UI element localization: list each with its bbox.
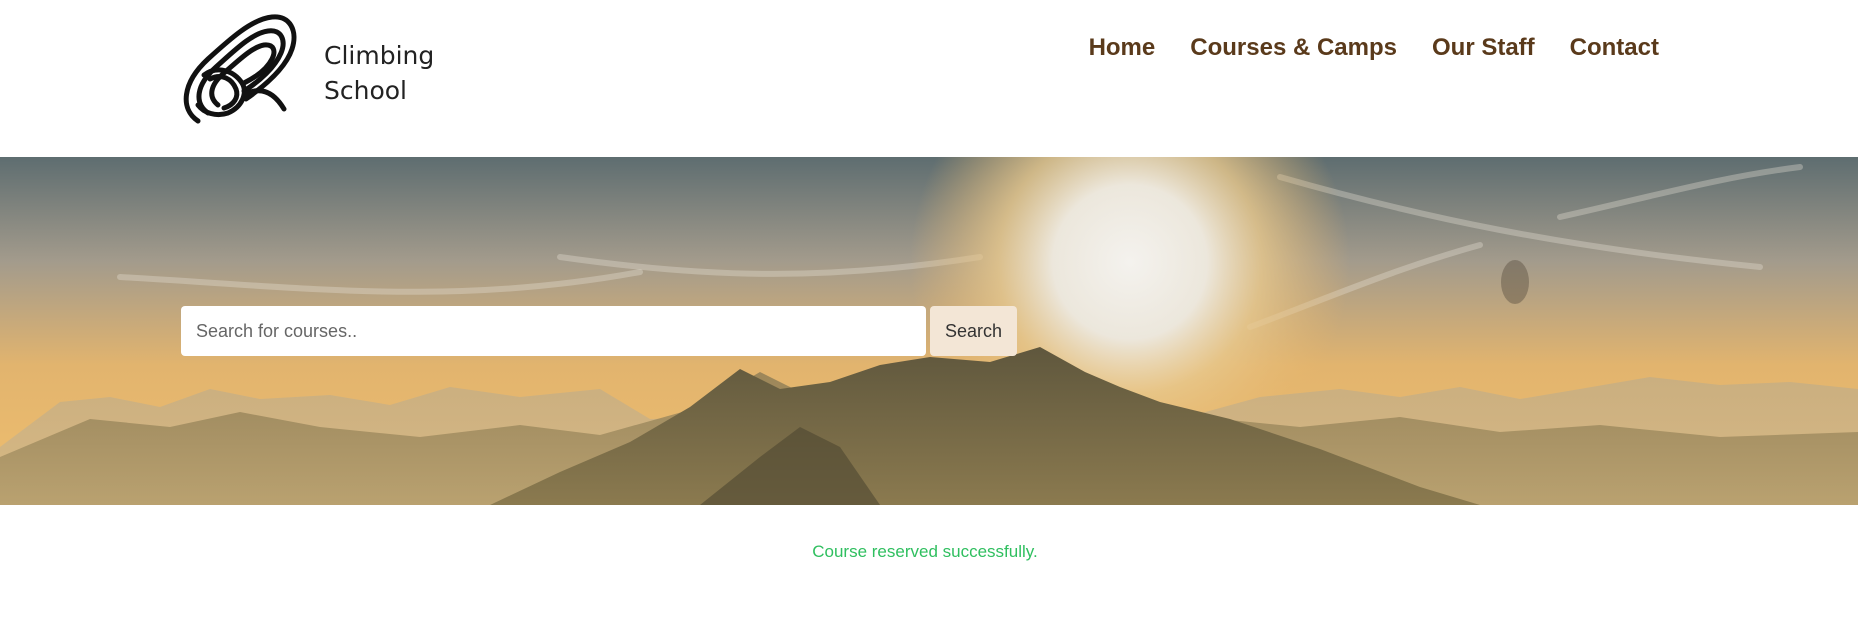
logo-text-line2: School (324, 76, 407, 105)
status-message: Course reserved successfully. (812, 542, 1038, 561)
hero-banner: Search (0, 157, 1858, 505)
main-nav: Home Courses & Camps Our Staff Contact (1089, 33, 1659, 63)
rope-coil-icon (183, 14, 297, 124)
nav-item-courses-camps[interactable]: Courses & Camps (1190, 33, 1397, 63)
nav-item-contact[interactable]: Contact (1570, 33, 1659, 63)
logo-text: Climbing School (324, 38, 434, 108)
logo-text-line1: Climbing (324, 41, 435, 70)
site-header: Climbing School Home Courses & Camps Our… (0, 0, 1858, 157)
search-bar: Search (181, 306, 1018, 356)
logo[interactable]: Climbing School (178, 13, 434, 133)
nav-item-our-staff[interactable]: Our Staff (1432, 33, 1535, 63)
nav-item-home[interactable]: Home (1089, 33, 1156, 63)
status-message-container: Course reserved successfully. (0, 542, 1858, 562)
search-input[interactable] (181, 306, 926, 356)
search-button[interactable]: Search (930, 306, 1018, 356)
